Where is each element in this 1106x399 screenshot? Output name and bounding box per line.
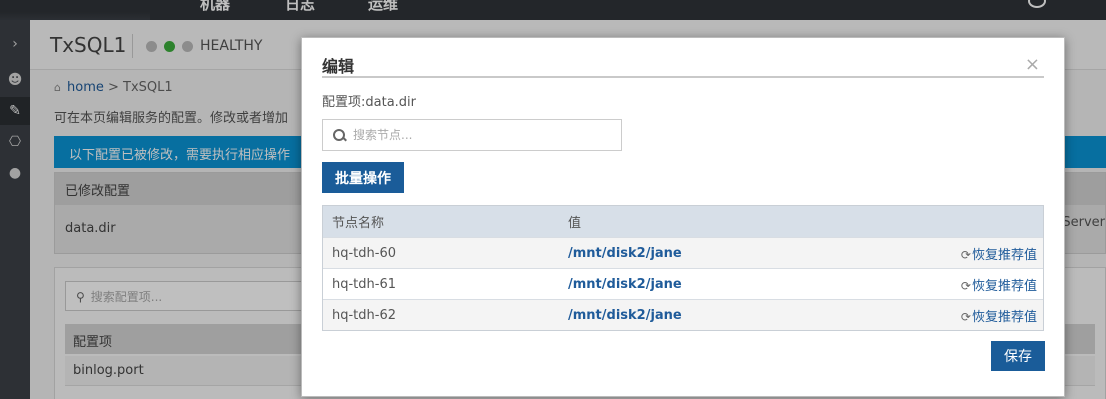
table-row: hq-tdh-61 /mnt/disk2/jane ⟳恢复推荐值 bbox=[323, 268, 1043, 299]
node-value[interactable]: /mnt/disk2/jane bbox=[568, 277, 948, 292]
close-icon[interactable]: × bbox=[1025, 54, 1040, 75]
search-icon bbox=[333, 129, 345, 141]
node-name: hq-tdh-60 bbox=[332, 245, 397, 261]
table-header: 节点名称 值 bbox=[323, 206, 1043, 237]
save-button[interactable]: 保存 bbox=[991, 341, 1045, 371]
restore-default-link[interactable]: ⟳恢复推荐值 bbox=[948, 306, 1043, 325]
column-header-value: 值 bbox=[568, 216, 582, 231]
node-search-box[interactable] bbox=[322, 119, 622, 151]
edit-config-modal: 编辑 × 配置项:data.dir 批量操作 节点名称 值 hq-tdh-60 … bbox=[301, 37, 1065, 397]
refresh-icon: ⟳ bbox=[960, 309, 971, 324]
config-item-label: 配置项:data.dir bbox=[322, 95, 417, 110]
node-name: hq-tdh-61 bbox=[332, 276, 397, 292]
restore-default-link[interactable]: ⟳恢复推荐值 bbox=[948, 275, 1043, 294]
batch-operation-button[interactable]: 批量操作 bbox=[322, 162, 404, 193]
refresh-icon: ⟳ bbox=[960, 247, 971, 262]
modal-title: 编辑 bbox=[322, 57, 355, 76]
node-value[interactable]: /mnt/disk2/jane bbox=[568, 246, 948, 261]
node-name: hq-tdh-62 bbox=[332, 307, 397, 323]
node-value[interactable]: /mnt/disk2/jane bbox=[568, 308, 948, 323]
table-row: hq-tdh-62 /mnt/disk2/jane ⟳恢复推荐值 bbox=[323, 299, 1043, 330]
column-header-node: 节点名称 bbox=[332, 216, 385, 231]
table-row: hq-tdh-60 /mnt/disk2/jane ⟳恢复推荐值 bbox=[323, 237, 1043, 268]
node-value-table: 节点名称 值 hq-tdh-60 /mnt/disk2/jane ⟳恢复推荐值 … bbox=[322, 205, 1044, 331]
node-search-input[interactable] bbox=[353, 128, 603, 142]
restore-default-link[interactable]: ⟳恢复推荐值 bbox=[948, 244, 1043, 263]
divider bbox=[322, 76, 1044, 78]
refresh-icon: ⟳ bbox=[960, 278, 971, 293]
